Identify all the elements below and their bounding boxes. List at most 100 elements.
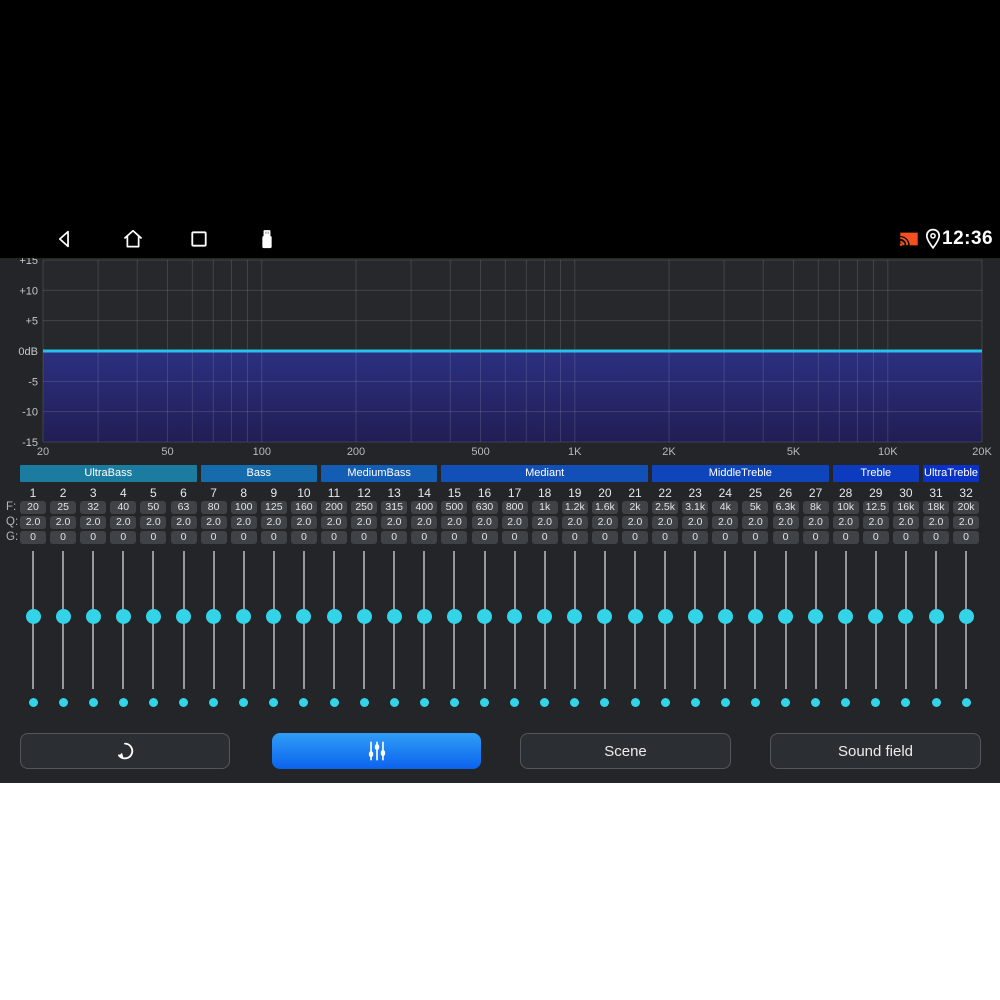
band-frequency-value[interactable]: 100: [230, 501, 257, 514]
band-gain-value[interactable]: 0: [200, 531, 227, 544]
scene-button[interactable]: Scene: [520, 733, 731, 769]
reset-button[interactable]: [20, 733, 230, 769]
equalizer-tab-button[interactable]: [272, 733, 481, 769]
band-slider-knob[interactable]: [477, 609, 492, 624]
band-frequency-value[interactable]: 125: [260, 501, 287, 514]
band-frequency-value[interactable]: 12.5: [862, 501, 889, 514]
band-frequency-value[interactable]: 32: [80, 501, 107, 514]
band-q-value[interactable]: 2.0: [80, 516, 107, 529]
band-frequency-value[interactable]: 400: [411, 501, 438, 514]
band-q-value[interactable]: 2.0: [742, 516, 769, 529]
band-gain-value[interactable]: 0: [832, 531, 859, 544]
cast-icon[interactable]: [898, 228, 920, 250]
band-q-value[interactable]: 2.0: [652, 516, 679, 529]
band-frequency-value[interactable]: 50: [140, 501, 167, 514]
band-slider-knob[interactable]: [25, 609, 41, 624]
band-q-value[interactable]: 2.0: [682, 516, 709, 529]
band-gain-value[interactable]: 0: [290, 531, 317, 544]
band-frequency-value[interactable]: 4k: [712, 501, 739, 514]
band-slider-knob[interactable]: [838, 609, 854, 624]
band-q-value[interactable]: 2.0: [50, 516, 77, 529]
band-frequency-value[interactable]: 3.1k: [682, 501, 709, 514]
band-gain-value[interactable]: 0: [591, 531, 618, 544]
band-gain-value[interactable]: 0: [80, 531, 107, 544]
band-q-value[interactable]: 2.0: [531, 516, 558, 529]
band-slider-knob[interactable]: [55, 609, 71, 624]
band-frequency-value[interactable]: 18k: [923, 501, 949, 514]
band-slider-knob[interactable]: [687, 609, 703, 624]
band-gain-value[interactable]: 0: [351, 531, 378, 544]
band-q-value[interactable]: 2.0: [351, 516, 378, 529]
band-gain-value[interactable]: 0: [742, 531, 769, 544]
band-frequency-value[interactable]: 6.3k: [772, 501, 799, 514]
band-gain-value[interactable]: 0: [682, 531, 709, 544]
band-slider-knob[interactable]: [115, 609, 131, 624]
band-frequency-value[interactable]: 25: [50, 501, 77, 514]
band-slider-knob[interactable]: [507, 609, 523, 624]
band-q-value[interactable]: 2.0: [501, 516, 528, 529]
band-q-value[interactable]: 2.0: [802, 516, 829, 529]
band-gain-value[interactable]: 0: [230, 531, 257, 544]
band-q-value[interactable]: 2.0: [290, 516, 317, 529]
band-gain-value[interactable]: 0: [561, 531, 588, 544]
band-q-value[interactable]: 2.0: [862, 516, 889, 529]
band-slider-knob[interactable]: [717, 609, 733, 624]
band-gain-value[interactable]: 0: [622, 531, 648, 544]
band-slider-knob[interactable]: [236, 609, 252, 624]
band-slider-knob[interactable]: [537, 609, 553, 624]
band-frequency-value[interactable]: 800: [501, 501, 528, 514]
band-slider-knob[interactable]: [206, 609, 222, 624]
band-q-value[interactable]: 2.0: [200, 516, 227, 529]
band-gain-value[interactable]: 0: [140, 531, 167, 544]
band-frequency-value[interactable]: 63: [170, 501, 197, 514]
band-q-value[interactable]: 2.0: [591, 516, 618, 529]
band-gain-value[interactable]: 0: [20, 531, 46, 544]
band-frequency-value[interactable]: 1.6k: [591, 501, 618, 514]
band-frequency-value[interactable]: 16k: [892, 501, 919, 514]
band-frequency-value[interactable]: 2k: [622, 501, 648, 514]
band-gain-value[interactable]: 0: [110, 531, 137, 544]
band-gain-value[interactable]: 0: [381, 531, 408, 544]
band-q-value[interactable]: 2.0: [923, 516, 949, 529]
band-slider-knob[interactable]: [446, 609, 462, 624]
band-gain-value[interactable]: 0: [802, 531, 829, 544]
band-slider-knob[interactable]: [266, 609, 282, 624]
band-slider-knob[interactable]: [898, 609, 914, 624]
band-q-value[interactable]: 2.0: [622, 516, 648, 529]
band-gain-value[interactable]: 0: [892, 531, 919, 544]
band-slider-knob[interactable]: [85, 609, 101, 624]
band-q-value[interactable]: 2.0: [772, 516, 799, 529]
band-slider-knob[interactable]: [868, 609, 884, 624]
band-gain-value[interactable]: 0: [862, 531, 889, 544]
band-q-value[interactable]: 2.0: [110, 516, 137, 529]
back-button[interactable]: [52, 226, 78, 252]
band-slider-knob[interactable]: [958, 609, 974, 624]
band-slider-knob[interactable]: [627, 609, 643, 624]
band-q-value[interactable]: 2.0: [321, 516, 347, 529]
band-slider-knob[interactable]: [176, 609, 191, 624]
band-gain-value[interactable]: 0: [170, 531, 197, 544]
band-gain-value[interactable]: 0: [501, 531, 528, 544]
band-slider-knob[interactable]: [416, 609, 432, 624]
band-frequency-value[interactable]: 80: [200, 501, 227, 514]
band-q-value[interactable]: 2.0: [260, 516, 287, 529]
band-frequency-value[interactable]: 315: [381, 501, 408, 514]
band-frequency-value[interactable]: 8k: [802, 501, 829, 514]
band-gain-value[interactable]: 0: [50, 531, 77, 544]
band-gain-value[interactable]: 0: [923, 531, 949, 544]
band-gain-value[interactable]: 0: [471, 531, 498, 544]
band-gain-value[interactable]: 0: [712, 531, 739, 544]
band-q-value[interactable]: 2.0: [441, 516, 468, 529]
band-slider-knob[interactable]: [928, 609, 944, 624]
band-gain-value[interactable]: 0: [772, 531, 799, 544]
band-frequency-value[interactable]: 20: [20, 501, 46, 514]
band-slider-knob[interactable]: [356, 609, 372, 624]
band-q-value[interactable]: 2.0: [140, 516, 167, 529]
band-q-value[interactable]: 2.0: [170, 516, 197, 529]
band-frequency-value[interactable]: 10k: [832, 501, 859, 514]
band-q-value[interactable]: 2.0: [832, 516, 859, 529]
usb-icon[interactable]: [254, 226, 280, 252]
band-frequency-value[interactable]: 250: [351, 501, 378, 514]
band-slider-knob[interactable]: [778, 609, 793, 624]
band-frequency-value[interactable]: 1k: [531, 501, 558, 514]
